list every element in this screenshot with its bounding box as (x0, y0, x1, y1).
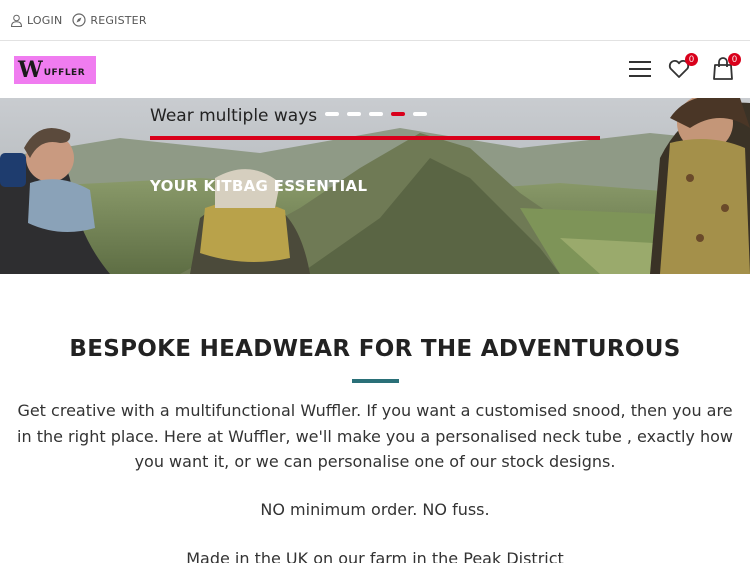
login-label: LOGIN (27, 13, 63, 27)
wuffler-logo[interactable]: W UFFLER (14, 56, 96, 84)
slider-dot[interactable] (369, 112, 383, 116)
cart-button[interactable]: 0 (712, 53, 742, 83)
top-bar: LOGIN REGISTER (0, 0, 750, 41)
section-heading: BESPOKE HEADWEAR FOR THE ADVENTUROUS (69, 336, 681, 362)
user-icon (10, 14, 23, 27)
hamburger-menu-icon[interactable] (628, 59, 652, 79)
hero-title: Wear multiple ways (150, 106, 318, 126)
slider-dot[interactable] (413, 112, 427, 116)
compass-icon (72, 13, 87, 27)
slider-dots (325, 112, 435, 116)
wishlist-count-badge: 0 (685, 53, 698, 66)
no-minimum-text: NO minimum order. NO fuss. (260, 500, 490, 519)
made-in-uk-text: Made in the UK on our farm in the Peak D… (186, 549, 564, 563)
wishlist-button[interactable]: 0 (668, 53, 698, 83)
hero-accent-line (150, 136, 600, 140)
logo-initial: W (18, 57, 43, 83)
slider-dot-active[interactable] (391, 112, 405, 116)
slider-dot[interactable] (325, 112, 339, 116)
hero-subtitle: YOUR KITBAG ESSENTIAL (150, 177, 368, 195)
register-link[interactable]: REGISTER (72, 13, 146, 27)
register-label: REGISTER (90, 13, 147, 27)
logo-text: UFFLER (43, 68, 86, 78)
intro-paragraph: Get creative with a multifunctional Wuff… (17, 401, 733, 471)
hero-slider[interactable]: Wear multiple ways YOUR KITBAG ESSENTIAL (0, 98, 750, 274)
heading-divider (352, 379, 399, 383)
hero-background-image (0, 98, 750, 274)
slider-dot[interactable] (347, 112, 361, 116)
site-header: W UFFLER 0 0 (0, 41, 750, 98)
login-link[interactable]: LOGIN (10, 14, 62, 27)
cart-count-badge: 0 (728, 53, 741, 66)
